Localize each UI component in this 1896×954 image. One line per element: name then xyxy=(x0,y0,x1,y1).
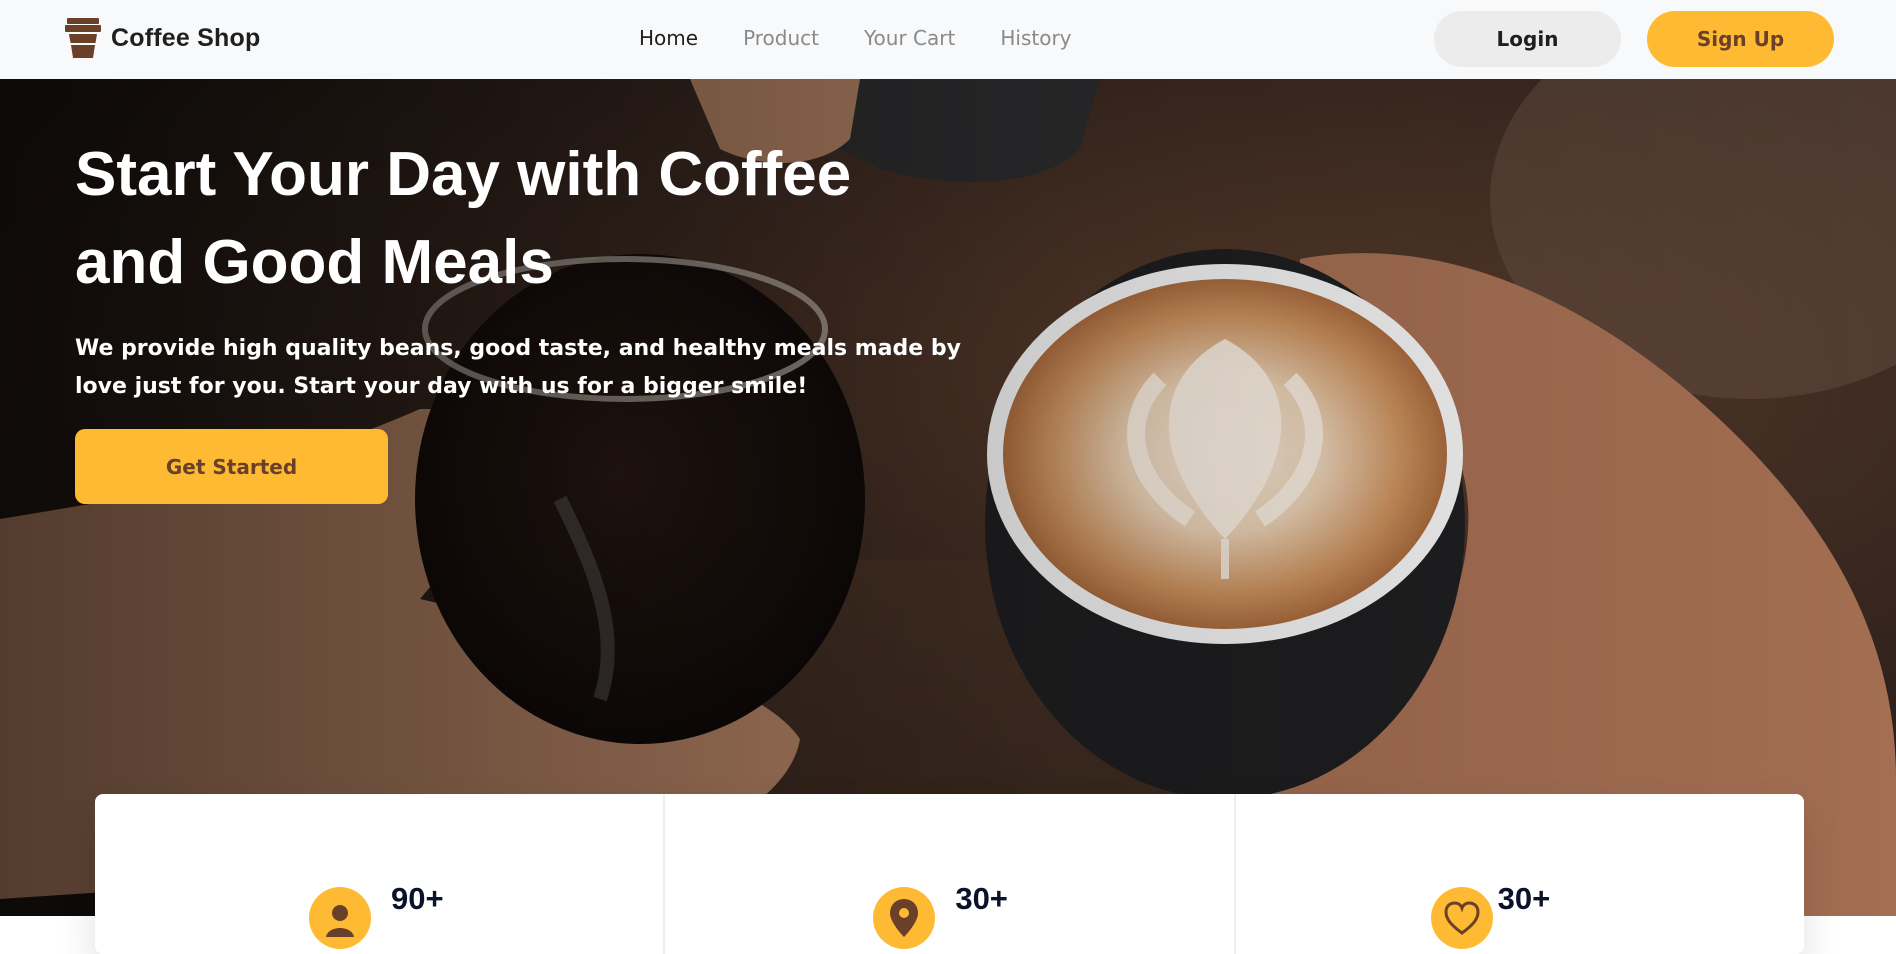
login-button[interactable]: Login xyxy=(1434,11,1621,67)
stat-item: 30+ xyxy=(663,794,1233,954)
nav-home-link[interactable]: Home xyxy=(639,26,698,50)
hero-section: Start Your Day with Coffee and Good Meal… xyxy=(0,79,1896,916)
hero-title: Start Your Day with Coffee and Good Meal… xyxy=(75,140,852,297)
nav-history-link[interactable]: History xyxy=(1000,26,1071,50)
user-icon xyxy=(309,887,371,949)
stats-card: 90+ 30+ 30+ xyxy=(95,794,1804,954)
location-pin-icon xyxy=(873,887,936,949)
nav-cart-link[interactable]: Your Cart xyxy=(864,26,955,50)
get-started-button[interactable]: Get Started xyxy=(75,429,388,504)
main-nav: Home Product Your Cart History xyxy=(639,26,1117,50)
heart-icon xyxy=(1430,887,1493,949)
coffee-cup-icon xyxy=(65,18,101,58)
stat-value: 30+ xyxy=(1497,881,1551,916)
stat-item: 30+ xyxy=(1233,794,1804,954)
stat-item: 90+ xyxy=(95,794,663,954)
stat-value: 30+ xyxy=(955,881,1008,916)
signup-button[interactable]: Sign Up xyxy=(1647,11,1834,67)
stat-value: 90+ xyxy=(391,881,444,916)
brand-logo[interactable]: Coffee Shop xyxy=(65,18,260,58)
top-navbar: Coffee Shop Home Product Your Cart Histo… xyxy=(0,0,1896,79)
hero-subtitle: We provide high quality beans, good tast… xyxy=(75,336,961,399)
nav-product-link[interactable]: Product xyxy=(743,26,819,50)
brand-name: Coffee Shop xyxy=(111,23,261,52)
